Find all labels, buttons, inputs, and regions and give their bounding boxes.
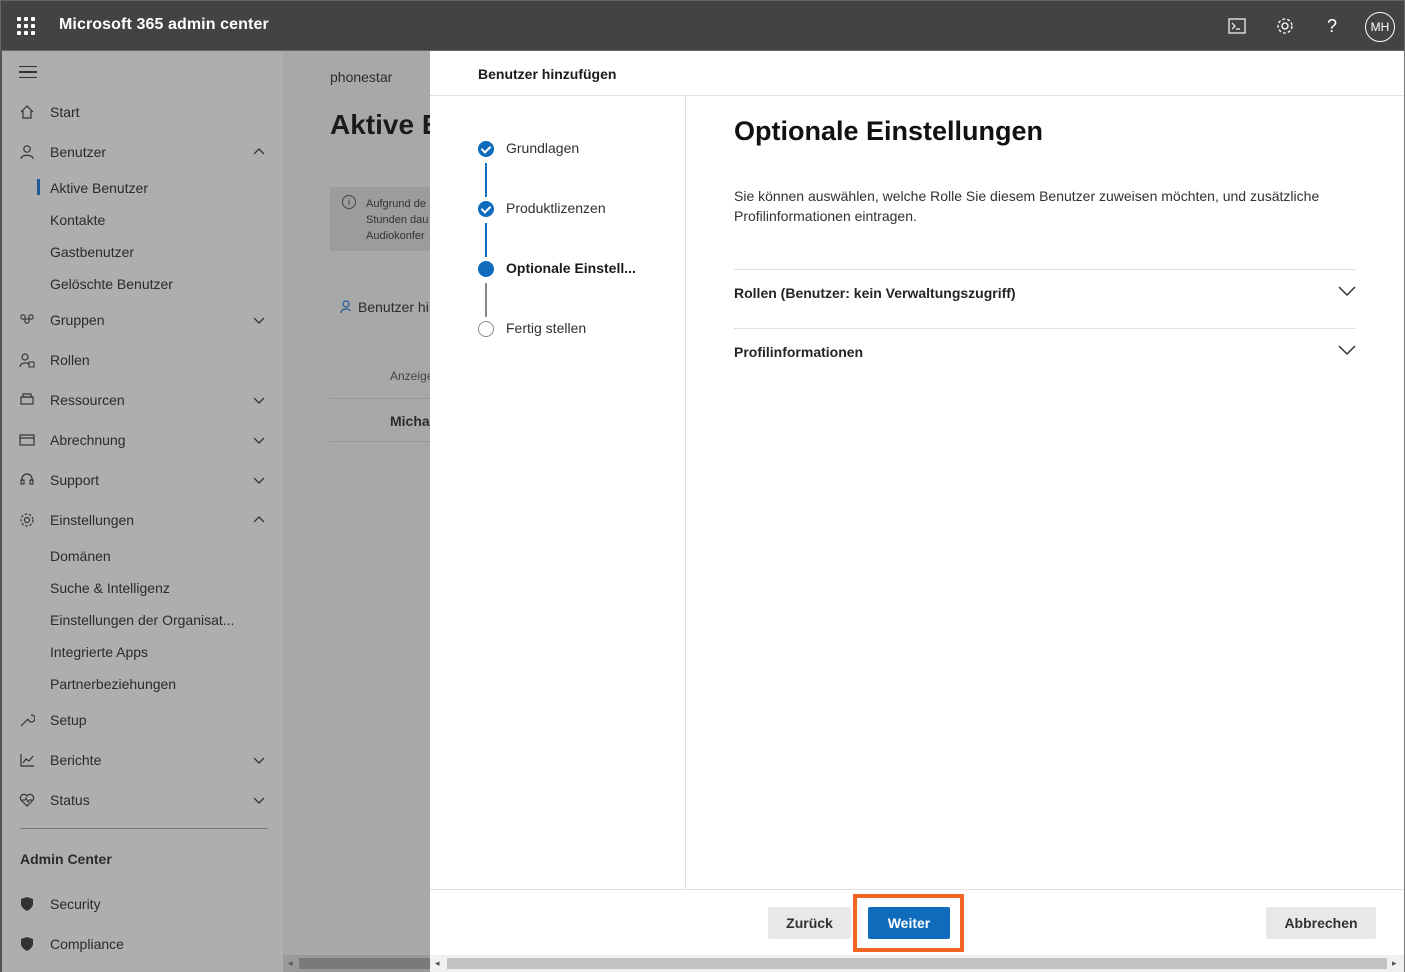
cancel-button[interactable]: Abbrechen [1266, 907, 1376, 939]
health-icon [18, 791, 36, 809]
nav-sub-partnerbeziehungen[interactable]: Partnerbeziehungen [50, 676, 176, 692]
nav-item-compliance[interactable]: Compliance [2, 928, 283, 960]
nav-sub-gastbenutzer[interactable]: Gastbenutzer [50, 244, 134, 260]
nav-sub-geloeschte-benutzer[interactable]: Gelöschte Benutzer [50, 276, 173, 292]
avatar[interactable]: MH [1365, 12, 1395, 42]
user-icon [18, 143, 36, 161]
step-fertig-stellen[interactable]: Fertig stellen [476, 318, 681, 340]
nav-sub-domaenen[interactable]: Domänen [50, 548, 111, 564]
left-nav: Start Benutzer Aktive Benutzer Kontakte … [0, 51, 283, 972]
nav-item-status[interactable]: Status [2, 784, 283, 816]
chevron-up-icon [253, 148, 265, 155]
roles-icon [18, 351, 36, 369]
support-icon [18, 471, 36, 489]
wrench-icon [18, 711, 36, 729]
add-user-button: Benutzer hi [340, 299, 429, 315]
info-banner: i Aufgrund de Stunden dau Audiokonfer [330, 187, 430, 251]
top-bar: Microsoft 365 admin center ? MH [0, 0, 1405, 51]
nav-sub-kontakte[interactable]: Kontakte [50, 212, 105, 228]
accordion-profilinformationen[interactable]: Profilinformationen [734, 328, 1356, 387]
billing-icon [18, 431, 36, 449]
back-button[interactable]: Zurück [768, 907, 851, 939]
accordion-rollen[interactable]: Rollen (Benutzer: kein Verwaltungszugrif… [734, 269, 1356, 328]
nav-item-rollen[interactable]: Rollen [2, 344, 283, 376]
nav-item-berichte[interactable]: Berichte [2, 744, 283, 776]
nav-item-security[interactable]: Security [2, 888, 283, 920]
nav-sub-org-settings[interactable]: Einstellungen der Organisat... [50, 612, 234, 628]
next-button[interactable]: Weiter [868, 907, 950, 939]
nav-item-start[interactable]: Start [2, 96, 283, 128]
table-row: Micha [390, 413, 430, 429]
chevron-down-icon [253, 757, 265, 764]
nav-item-gruppen[interactable]: Gruppen [2, 304, 283, 336]
org-name: phonestar [330, 69, 393, 85]
panel-title: Benutzer hinzufügen [478, 66, 617, 82]
nav-sub-integrierte-apps[interactable]: Integrierte Apps [50, 644, 148, 660]
step-produktlizenzen[interactable]: Produktlizenzen [476, 198, 681, 220]
pending-step-icon [478, 321, 494, 337]
step-description: Sie können auswählen, welche Rolle Sie d… [734, 188, 1320, 224]
panel-scrollbar[interactable]: ◂ ▸ [430, 955, 1404, 972]
nav-item-ressourcen[interactable]: Ressourcen [2, 384, 283, 416]
gear-icon[interactable] [1274, 15, 1296, 37]
home-icon [18, 103, 36, 121]
chart-icon [18, 751, 36, 769]
groups-icon [18, 311, 36, 329]
add-user-icon [340, 300, 351, 314]
app-launcher-icon[interactable] [17, 17, 35, 35]
settings-icon [18, 511, 36, 529]
chevron-down-icon [1338, 345, 1356, 356]
chevron-down-icon [1338, 286, 1356, 297]
app-title[interactable]: Microsoft 365 admin center [59, 16, 269, 34]
chevron-down-icon [253, 477, 265, 484]
step-optionale-einstellungen[interactable]: Optionale Einstell... [476, 258, 681, 280]
nav-item-support[interactable]: Support [2, 464, 283, 496]
panel-footer: Zurück Weiter Abbrechen [430, 889, 1404, 955]
nav-divider [20, 828, 268, 829]
hamburger-menu-icon[interactable] [19, 66, 37, 78]
panel-header: Benutzer hinzufügen [430, 51, 1404, 96]
column-header: Anzeige [390, 369, 430, 383]
scroll-left-icon[interactable]: ◂ [435, 958, 440, 969]
add-user-panel: Benutzer hinzufügen Grundlagen Produktli… [430, 51, 1405, 972]
info-icon: i [342, 195, 356, 209]
scroll-left-icon: ◂ [288, 958, 293, 968]
background-page: phonestar Aktive E i Aufgrund de Stunden… [283, 51, 430, 972]
help-icon[interactable]: ? [1321, 15, 1343, 37]
wizard-steps: Grundlagen Produktlizenzen Optionale Ein… [430, 96, 686, 889]
checkmark-icon [478, 201, 494, 217]
shield-icon [18, 895, 36, 913]
admin-center-heading: Admin Center [20, 851, 112, 867]
chevron-down-icon [253, 797, 265, 804]
chevron-down-icon [253, 437, 265, 444]
chevron-down-icon [253, 317, 265, 324]
background-scrollbar: ◂ [283, 955, 430, 972]
chevron-down-icon [253, 397, 265, 404]
checkmark-icon [478, 141, 494, 157]
page-title: Aktive E [330, 109, 430, 140]
chevron-up-icon [253, 516, 265, 523]
table-divider [330, 441, 430, 442]
step-title: Optionale Einstellungen [734, 116, 1044, 146]
nav-item-einstellungen[interactable]: Einstellungen [2, 504, 283, 536]
nav-item-benutzer[interactable]: Benutzer [2, 136, 283, 168]
resources-icon [18, 391, 36, 409]
nav-sub-suche-intelligenz[interactable]: Suche & Intelligenz [50, 580, 170, 596]
terminal-icon[interactable] [1226, 15, 1248, 37]
nav-item-setup[interactable]: Setup [2, 704, 283, 736]
scroll-right-icon[interactable]: ▸ [1392, 958, 1397, 969]
table-divider [330, 398, 430, 399]
nav-item-abrechnung[interactable]: Abrechnung [2, 424, 283, 456]
current-step-icon [478, 261, 494, 277]
shield-icon [18, 935, 36, 953]
step-grundlagen[interactable]: Grundlagen [476, 138, 681, 160]
nav-sub-aktive-benutzer[interactable]: Aktive Benutzer [36, 179, 148, 196]
